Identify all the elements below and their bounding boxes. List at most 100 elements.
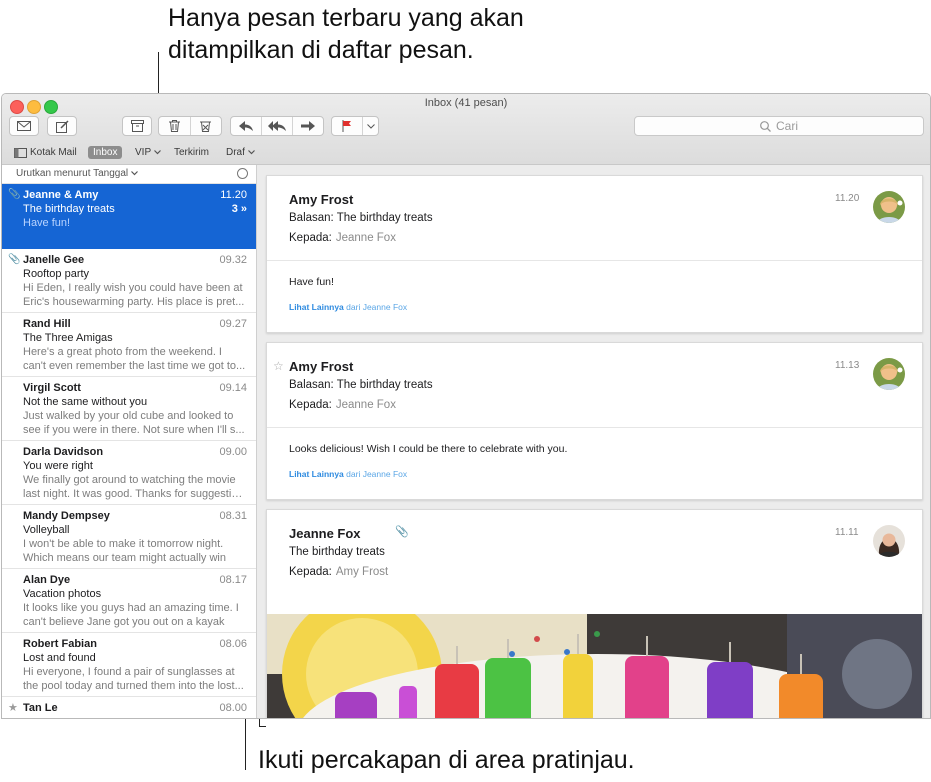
- list-item[interactable]: Virgil Scott 09.14 Not the same without …: [2, 377, 256, 441]
- junk-button[interactable]: [191, 117, 222, 135]
- sort-label: Urutkan menurut Tanggal: [16, 168, 129, 179]
- chevron-down-icon: [154, 150, 162, 155]
- message-subject: You were right: [23, 460, 93, 472]
- search-icon: [760, 120, 771, 132]
- message-card[interactable]: ☆ Amy Frost 11.13 Balasan: The birthday …: [266, 342, 923, 500]
- titlebar: Inbox (41 pesan) Cari Kotak Mail Inbox V…: [2, 94, 930, 165]
- get-mail-button[interactable]: [9, 116, 39, 136]
- message-sender: Rand Hill: [23, 318, 71, 330]
- message-preview: last night. It was good. Thanks for sugg…: [23, 488, 246, 500]
- envelope-icon: [17, 121, 31, 131]
- list-item[interactable]: 📎 Jeanne & Amy 11.20 The birthday treats…: [2, 184, 256, 249]
- message-preview: see if you were in there. Not sure when …: [23, 424, 245, 436]
- reply-all-icon: [268, 121, 286, 131]
- archive-button[interactable]: [122, 116, 152, 136]
- message-recipient: Kepada: Jeanne Fox: [289, 399, 396, 411]
- reply-icon: [239, 121, 253, 131]
- message-from: Amy Frost: [289, 359, 354, 374]
- flag-button[interactable]: [332, 117, 363, 135]
- message-card[interactable]: Jeanne Fox 📎 11.11 The birthday treats K…: [266, 509, 923, 718]
- message-sender: Mandy Dempsey: [23, 510, 110, 522]
- message-time: 11.11: [835, 527, 859, 538]
- star-icon: ★: [8, 702, 18, 714]
- reply-all-button[interactable]: [262, 117, 293, 135]
- forward-button[interactable]: [293, 117, 323, 135]
- to-name[interactable]: Amy Frost: [336, 566, 388, 578]
- to-label: Kepada:: [289, 399, 332, 411]
- favorite-drafts-label: Draf: [226, 147, 245, 158]
- list-item[interactable]: Darla Davidson 09.00 You were right We f…: [2, 441, 256, 505]
- reply-button[interactable]: [231, 117, 262, 135]
- thread-count: 3 »: [231, 203, 247, 215]
- chevron-down-icon: [247, 150, 255, 155]
- message-sender: Alan Dye: [23, 574, 71, 586]
- list-item[interactable]: Robert Fabian 08.06 Lost and found Hi ev…: [2, 633, 256, 697]
- trash-button[interactable]: [159, 117, 191, 135]
- conversation-pane: Amy Frost 11.20 Balasan: The birthday tr…: [257, 165, 930, 718]
- message-preview: Have fun!: [23, 217, 71, 229]
- trash-icon: [168, 120, 180, 132]
- search-field[interactable]: Cari: [634, 116, 924, 136]
- message-subject: Rooftop party: [23, 268, 90, 280]
- favorite-mailboxes[interactable]: Kotak Mail: [14, 147, 77, 158]
- message-card[interactable]: Amy Frost 11.20 Balasan: The birthday tr…: [266, 175, 923, 333]
- message-preview: the pool today and turned them into the …: [23, 680, 244, 692]
- callout-follow-conversation: Ikuti percakapan di area pratinjau.: [258, 746, 635, 774]
- list-item[interactable]: 📎 Janelle Gee 09.32 Rooftop party Hi Ede…: [2, 249, 256, 313]
- see-more-link[interactable]: Lihat Lainnya dari Jeanne Fox: [289, 469, 407, 479]
- message-sender: Tan Le: [23, 702, 58, 714]
- paperclip-icon: 📎: [8, 254, 21, 265]
- callout-top-line2: ditampilkan di daftar pesan.: [168, 36, 474, 64]
- flag-menu-button[interactable]: [363, 117, 378, 135]
- list-item[interactable]: Rand Hill 09.27 The Three Amigas Here's …: [2, 313, 256, 377]
- search-placeholder: Cari: [775, 119, 798, 133]
- message-subject: Balasan: The birthday treats: [289, 379, 433, 391]
- message-time: 11.20: [220, 189, 247, 201]
- message-sender: Jeanne & Amy: [23, 189, 99, 201]
- message-time: 09.14: [219, 382, 247, 394]
- reply-group: [230, 116, 324, 136]
- favorite-mailboxes-label: Kotak Mail: [30, 147, 77, 158]
- compose-icon: [55, 119, 69, 133]
- to-name[interactable]: Jeanne Fox: [336, 232, 396, 244]
- list-item[interactable]: ★ Tan Le 08.00: [2, 697, 256, 718]
- favorite-vip[interactable]: VIP: [135, 147, 162, 158]
- avatar: [873, 358, 905, 390]
- message-time: 08.00: [219, 702, 247, 714]
- message-subject: Volleyball: [23, 524, 70, 536]
- to-label: Kepada:: [289, 566, 332, 578]
- avatar: [873, 191, 905, 223]
- callout-top-line1: Hanya pesan terbaru yang akan: [168, 4, 524, 32]
- favorite-inbox[interactable]: Inbox: [88, 146, 123, 159]
- see-more-link[interactable]: Lihat Lainnya dari Jeanne Fox: [289, 302, 407, 312]
- birthday-cake-photo[interactable]: [267, 614, 922, 718]
- favorite-sent[interactable]: Terkirim: [174, 147, 209, 158]
- sort-bar: Urutkan menurut Tanggal: [2, 165, 256, 184]
- message-sender: Darla Davidson: [23, 446, 104, 458]
- message-preview: Hi Eden, I really wish you could have be…: [23, 282, 243, 294]
- compose-button[interactable]: [47, 116, 77, 136]
- mail-window: Inbox (41 pesan) Cari Kotak Mail Inbox V…: [1, 93, 931, 719]
- message-body: Looks delicious! Wish I could be there t…: [289, 443, 568, 455]
- window-title: Inbox (41 pesan): [424, 97, 508, 109]
- message-time: 08.06: [219, 638, 247, 650]
- list-item[interactable]: Mandy Dempsey 08.31 Volleyball I won't b…: [2, 505, 256, 569]
- message-from: Amy Frost: [289, 192, 354, 207]
- list-item[interactable]: Alan Dye 08.17 Vacation photos It looks …: [2, 569, 256, 633]
- message-list: Urutkan menurut Tanggal 📎 Jeanne & Amy 1…: [2, 165, 257, 718]
- filter-icon[interactable]: [237, 168, 248, 179]
- forward-icon: [301, 121, 315, 131]
- sort-menu[interactable]: Urutkan menurut Tanggal: [16, 168, 138, 179]
- message-time: 09.00: [219, 446, 247, 458]
- message-time: 09.27: [219, 318, 247, 330]
- paperclip-icon: 📎: [8, 189, 21, 200]
- message-subject: The Three Amigas: [23, 332, 113, 344]
- message-sender: Virgil Scott: [23, 382, 81, 394]
- message-preview: can't even remember the last time we got…: [23, 360, 246, 372]
- sidebar-icon: [14, 147, 27, 158]
- favorite-drafts[interactable]: Draf: [226, 147, 255, 158]
- to-name[interactable]: Jeanne Fox: [336, 399, 396, 411]
- message-sender: Janelle Gee: [23, 254, 85, 266]
- message-time: 11.20: [835, 193, 860, 204]
- star-icon[interactable]: ☆: [273, 359, 284, 373]
